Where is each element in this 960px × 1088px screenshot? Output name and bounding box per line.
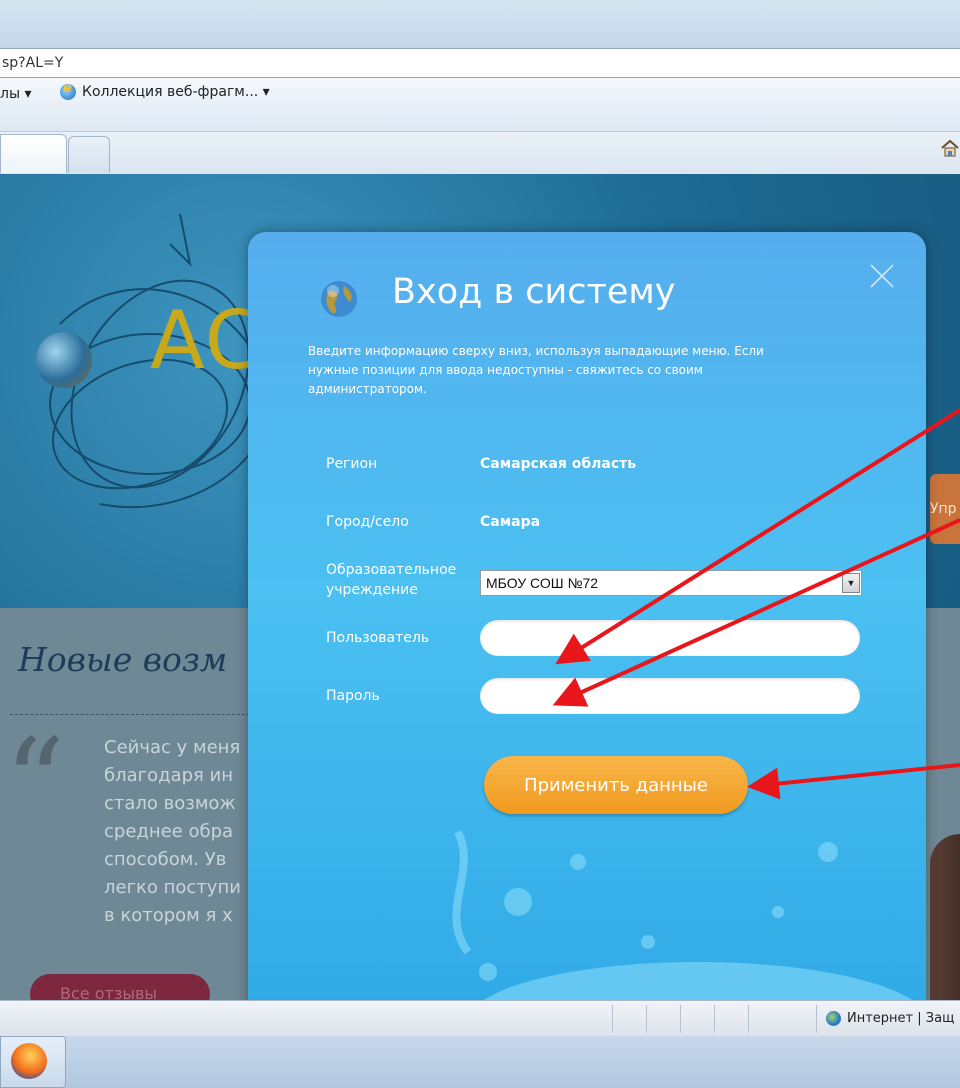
status-divider	[714, 1005, 715, 1033]
firefox-taskbar-button[interactable]	[0, 1036, 66, 1088]
status-divider	[748, 1005, 749, 1033]
paint-splash-decoration	[452, 830, 918, 1032]
city-label: Город/село	[326, 514, 409, 530]
quote-mark-icon: “	[4, 714, 66, 853]
login-modal: Вход в систему Введите информацию сверху…	[248, 232, 926, 1032]
ie-icon	[60, 81, 76, 100]
favorites-link-web-slices[interactable]: Коллекция веб-фрагм... ▾	[60, 81, 270, 100]
logo-globe-icon	[36, 332, 92, 388]
security-zone[interactable]: Интернет | Защ	[826, 1011, 954, 1026]
user-label: Пользователь	[326, 630, 430, 646]
username-input[interactable]	[480, 620, 860, 656]
school-select-value: МБОУ СОШ №72	[486, 575, 599, 591]
status-bar: Интернет | Защ	[0, 1000, 960, 1036]
school-select[interactable]: МБОУ СОШ №72 ▼	[480, 570, 862, 596]
internet-globe-icon	[826, 1011, 841, 1026]
tab-active[interactable]	[0, 134, 67, 173]
status-divider	[612, 1005, 613, 1033]
person-photo	[930, 834, 960, 1000]
status-divider	[816, 1005, 817, 1033]
password-label: Пароль	[326, 688, 380, 704]
tab-bar	[0, 132, 960, 175]
manage-tab[interactable]: Упр	[930, 474, 960, 544]
site-logo[interactable]: АС	[150, 294, 261, 387]
all-reviews-label: Все отзывы	[60, 984, 158, 1000]
testimonial-headline: Новые возм	[18, 640, 228, 679]
security-zone-label: Интернет | Защ	[847, 1011, 955, 1026]
address-text: sp?AL=Y	[2, 55, 64, 71]
city-value: Самара	[480, 514, 541, 530]
favorites-menu[interactable]: лы ▾	[0, 86, 31, 102]
all-reviews-button[interactable]: Все отзывы	[30, 974, 210, 1000]
region-label: Регион	[326, 456, 378, 472]
window-titlebar	[0, 0, 960, 48]
firefox-icon	[11, 1043, 47, 1079]
favorites-link-label: Коллекция веб-фрагм... ▾	[82, 84, 270, 100]
modal-title: Вход в систему	[392, 272, 676, 312]
school-label-line-2: учреждение	[326, 582, 418, 598]
status-divider	[680, 1005, 681, 1033]
region-value: Самарская область	[480, 456, 637, 472]
globe-icon	[321, 281, 357, 317]
chevron-down-icon[interactable]: ▼	[842, 573, 860, 593]
school-label: Образовательное учреждение	[326, 560, 456, 600]
apply-data-button[interactable]: Применить данные	[484, 756, 748, 814]
tab-new[interactable]	[68, 136, 110, 173]
password-input[interactable]	[480, 678, 860, 714]
close-icon[interactable]	[868, 262, 896, 290]
status-divider	[646, 1005, 647, 1033]
school-label-line-1: Образовательное	[326, 562, 457, 578]
home-icon[interactable]	[940, 138, 960, 158]
favorites-bar: лы ▾ Коллекция веб-фрагм... ▾	[0, 78, 960, 132]
modal-description: Введите информацию сверху вниз, использу…	[308, 344, 764, 396]
taskbar	[0, 1036, 960, 1088]
address-bar[interactable]: sp?AL=Y	[0, 48, 960, 78]
